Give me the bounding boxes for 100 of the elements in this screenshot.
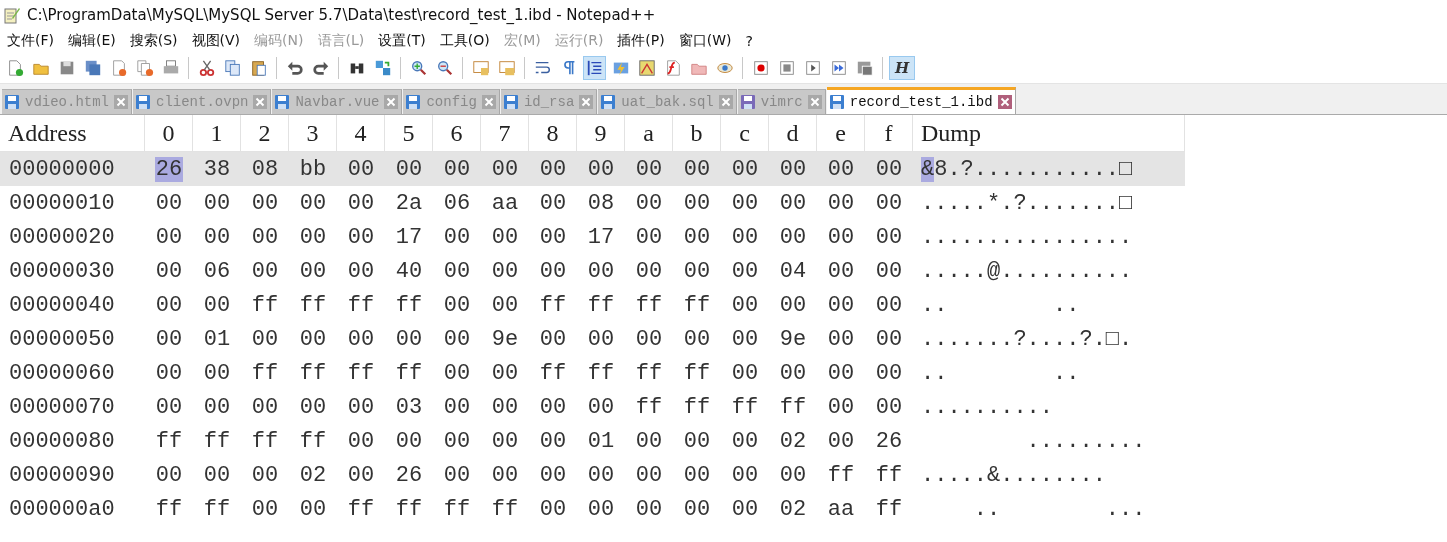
- hex-byte: 00: [874, 394, 904, 420]
- dump-text: 8.?...........□: [934, 156, 1133, 182]
- hex-byte: ff: [634, 394, 664, 420]
- menu-item[interactable]: 工具(O): [432, 32, 497, 50]
- toolbar-button[interactable]: [583, 56, 606, 80]
- address-cell: 00000000: [8, 156, 116, 182]
- address-cell: 00000090: [8, 462, 116, 488]
- hex-byte: 00: [682, 224, 712, 250]
- menu-item[interactable]: 视图(V): [184, 32, 248, 50]
- hex-byte: ff: [634, 292, 664, 318]
- hex-byte: 00: [298, 224, 328, 250]
- hex-byte: ff: [730, 394, 760, 420]
- hex-byte: ff: [442, 496, 472, 522]
- undo-icon: [285, 59, 304, 77]
- address-cell: 00000010: [8, 190, 116, 216]
- toolbar-button[interactable]: H: [889, 56, 915, 80]
- hex-byte: 00: [778, 156, 808, 182]
- hex-byte: ff: [202, 496, 232, 522]
- hex-byte: 26: [154, 156, 184, 182]
- dump-text: .....*.?.......□: [921, 190, 1133, 216]
- hex-byte: ff: [682, 360, 712, 386]
- hex-byte: 00: [730, 156, 760, 182]
- hex-byte: 00: [298, 258, 328, 284]
- hex-byte: ff: [394, 360, 424, 386]
- hex-byte: 00: [538, 156, 568, 182]
- file-tab[interactable]: record_test_1.ibd: [826, 87, 1016, 114]
- address-cell: 00000080: [8, 428, 116, 454]
- hex-byte: 00: [154, 326, 184, 352]
- column-header: 8: [529, 115, 577, 152]
- hex-byte: 00: [538, 224, 568, 250]
- dump-text: ................: [921, 224, 1133, 250]
- hex-byte: 00: [490, 428, 520, 454]
- dump-text: ..........: [921, 394, 1054, 420]
- close-icon[interactable]: [253, 95, 268, 109]
- hex-byte: 00: [490, 360, 520, 386]
- hex-byte: 00: [346, 190, 376, 216]
- close-icon[interactable]: [718, 95, 733, 109]
- close-all-icon: [135, 59, 154, 77]
- hex-byte: ff: [490, 496, 520, 522]
- hex-byte: 00: [490, 156, 520, 182]
- menu-item[interactable]: ?: [738, 33, 760, 49]
- hex-byte: 00: [730, 428, 760, 454]
- tab-label: id_rsa: [523, 94, 575, 110]
- hex-byte: 00: [682, 326, 712, 352]
- hex-byte: 00: [490, 462, 520, 488]
- hex-byte: 26: [874, 428, 904, 454]
- column-header: 0: [145, 115, 193, 152]
- close-icon[interactable]: [481, 95, 496, 109]
- hex-byte: 00: [682, 258, 712, 284]
- hex-byte: 06: [442, 190, 472, 216]
- column-header: 7: [481, 115, 529, 152]
- tab-label: vimrc: [760, 94, 803, 110]
- hex-byte: 00: [826, 326, 856, 352]
- hex-byte: ff: [682, 394, 712, 420]
- column-header: c: [721, 115, 769, 152]
- dump-text: .. ..: [921, 360, 1080, 386]
- hex-byte: 9e: [490, 326, 520, 352]
- hex-byte: 00: [538, 428, 568, 454]
- close-icon[interactable]: [114, 95, 128, 109]
- dump-text: .....@..........: [921, 258, 1133, 284]
- hex-byte: 00: [250, 190, 280, 216]
- hex-byte: ff: [874, 496, 904, 522]
- hex-byte: 00: [778, 224, 808, 250]
- hex-byte: 00: [538, 190, 568, 216]
- address-cell: 00000020: [8, 224, 116, 250]
- hex-byte: ff: [154, 496, 184, 522]
- menu-item[interactable]: 窗口(W): [671, 32, 739, 50]
- hex-byte: 00: [874, 156, 904, 182]
- close-icon[interactable]: [384, 95, 399, 109]
- tab-label: Navbar.vue: [295, 94, 380, 110]
- hex-byte: 00: [826, 258, 856, 284]
- hex-byte: 00: [154, 462, 184, 488]
- close-icon[interactable]: [997, 95, 1012, 109]
- menu-item[interactable]: 编辑(E): [61, 32, 123, 50]
- hex-byte: 00: [394, 156, 424, 182]
- close-icon[interactable]: [579, 95, 594, 109]
- hex-byte: 00: [826, 360, 856, 386]
- hex-byte: 00: [154, 258, 184, 284]
- column-header: 5: [385, 115, 433, 152]
- menu-item[interactable]: 文件(F): [0, 32, 61, 50]
- hex-byte: 00: [442, 326, 472, 352]
- hex-byte: 00: [202, 292, 232, 318]
- scissors-icon: [197, 59, 216, 77]
- hex-byte: 00: [346, 326, 376, 352]
- hex-byte: 00: [298, 394, 328, 420]
- zoom-out-icon: [435, 59, 454, 77]
- column-header: 6: [433, 115, 481, 152]
- hex-byte: 00: [826, 190, 856, 216]
- column-header: b: [673, 115, 721, 152]
- menu-item[interactable]: 插件(P): [610, 32, 672, 50]
- address-cell: 00000060: [8, 360, 116, 386]
- record-icon: [751, 59, 770, 77]
- hex-byte: 00: [154, 360, 184, 386]
- hex-byte: ff: [298, 292, 328, 318]
- close-icon[interactable]: [807, 95, 822, 109]
- dump-text: .......?....?.□.: [921, 326, 1133, 352]
- menu-item[interactable]: 设置(T): [371, 32, 433, 50]
- hex-byte: ff: [346, 360, 376, 386]
- hex-byte: ff: [682, 292, 712, 318]
- menu-item[interactable]: 搜索(S): [122, 32, 185, 50]
